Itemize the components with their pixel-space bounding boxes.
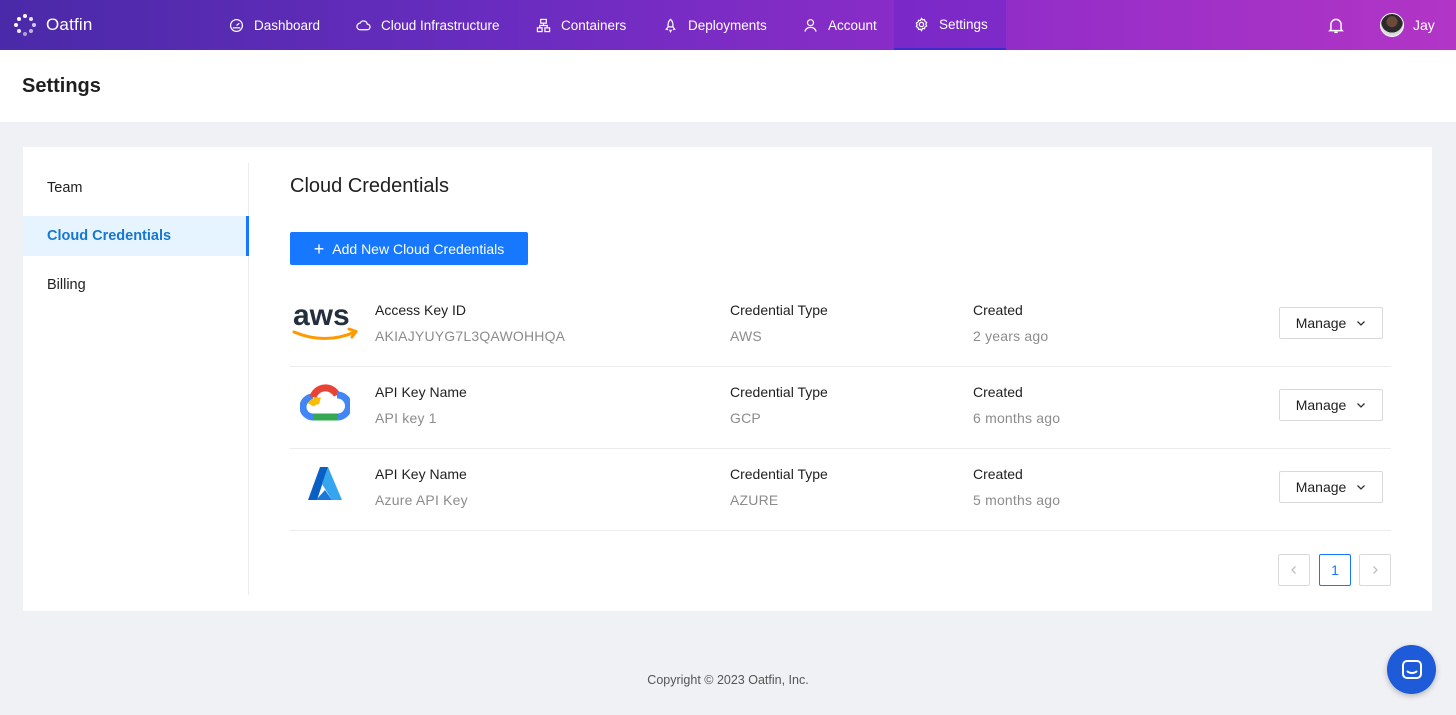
nav-label: Settings [939,16,988,32]
created-label: Created [973,384,1023,400]
key-value: AKIAJYUYG7L3QAWOHHQA [375,328,566,344]
type-label: Credential Type [730,384,828,400]
manage-dropdown-button[interactable]: Manage [1279,389,1383,421]
azure-logo-icon [290,459,360,509]
key-label: API Key Name [375,384,467,400]
gear-icon [915,16,928,32]
sidebar-item-team[interactable]: Team [23,168,249,208]
credential-row: aws Access Key ID AKIAJYUYG7L3QAWOHHQA C… [290,285,1391,367]
nav-label: Deployments [688,17,767,33]
add-cloud-credentials-button[interactable]: + Add New Cloud Credentials [290,232,528,265]
dashboard-icon [229,18,244,32]
sidebar-item-cloud-credentials[interactable]: Cloud Credentials [23,216,249,256]
nav-containers[interactable]: Containers [536,0,626,50]
key-label: API Key Name [375,466,467,482]
pagination-prev-button[interactable] [1278,554,1310,586]
chat-icon [1401,659,1422,679]
key-value: API key 1 [375,410,437,426]
credential-row: API Key Name Azure API Key Credential Ty… [290,449,1391,531]
chevron-right-icon [1373,566,1378,574]
pagination-next-button[interactable] [1359,554,1391,586]
pagination-page[interactable]: 1 [1319,554,1351,586]
nav-label: Account [828,17,877,33]
chevron-down-icon [1357,403,1366,408]
created-value: 5 months ago [973,492,1061,508]
add-button-label: Add New Cloud Credentials [332,240,505,257]
user-icon [804,18,817,32]
chevron-left-icon [1291,566,1296,574]
nav-settings[interactable]: Settings [894,0,1006,50]
google-cloud-logo-icon [290,377,360,427]
bell-icon[interactable] [1327,16,1345,34]
created-value: 6 months ago [973,410,1061,426]
settings-card: Team Cloud Credentials Billing Cloud Cre… [23,147,1432,611]
user-name[interactable]: Jay [1413,0,1435,50]
rocket-icon [665,18,676,33]
aws-logo-text: aws [293,299,350,332]
section-title: Cloud Credentials [290,175,449,197]
footer-copyright: Copyright © 2023 Oatfin, Inc. [647,673,809,687]
aws-logo-icon: aws [290,295,360,345]
manage-dropdown-button[interactable]: Manage [1279,307,1383,339]
manage-label: Manage [1295,315,1347,331]
top-navbar: Oatfin Dashboard Cloud Infrastructure Co… [0,0,1456,50]
credential-row: API Key Name API key 1 Credential Type G… [290,367,1391,449]
nav-dashboard[interactable]: Dashboard [229,0,320,50]
nav-deployments[interactable]: Deployments [663,0,767,50]
type-label: Credential Type [730,466,828,482]
key-label: Access Key ID [375,302,467,318]
manage-label: Manage [1295,397,1347,413]
chevron-down-icon [1357,321,1366,326]
created-label: Created [973,466,1023,482]
key-value: Azure API Key [375,492,468,508]
manage-label: Manage [1295,479,1347,495]
avatar[interactable] [1380,13,1404,37]
nav-cloud-infrastructure[interactable]: Cloud Infrastructure [356,0,500,50]
chevron-down-icon [1357,485,1366,490]
type-value: AWS [730,328,762,344]
created-value: 2 years ago [973,328,1049,344]
oatfin-logo-icon [14,14,36,36]
nav-label: Dashboard [254,17,321,33]
type-value: AZURE [730,492,779,508]
cloud-icon [356,19,371,30]
nav-account[interactable]: Account [803,0,877,50]
settings-sidebar: Team Cloud Credentials Billing [23,163,249,595]
plus-icon: + [313,238,325,259]
created-label: Created [973,302,1023,318]
nav-label: Containers [561,17,627,33]
type-label: Credential Type [730,302,828,318]
type-value: GCP [730,410,761,426]
manage-dropdown-button[interactable]: Manage [1279,471,1383,503]
page-header: Settings [0,50,1456,122]
sidebar-item-billing[interactable]: Billing [23,265,249,305]
nav-label: Cloud Infrastructure [381,17,500,33]
cluster-icon [536,18,551,32]
brand[interactable]: Oatfin [14,0,93,50]
page-title: Settings [22,75,101,97]
brand-name: Oatfin [46,15,93,34]
chat-launcher-button[interactable] [1387,645,1436,694]
